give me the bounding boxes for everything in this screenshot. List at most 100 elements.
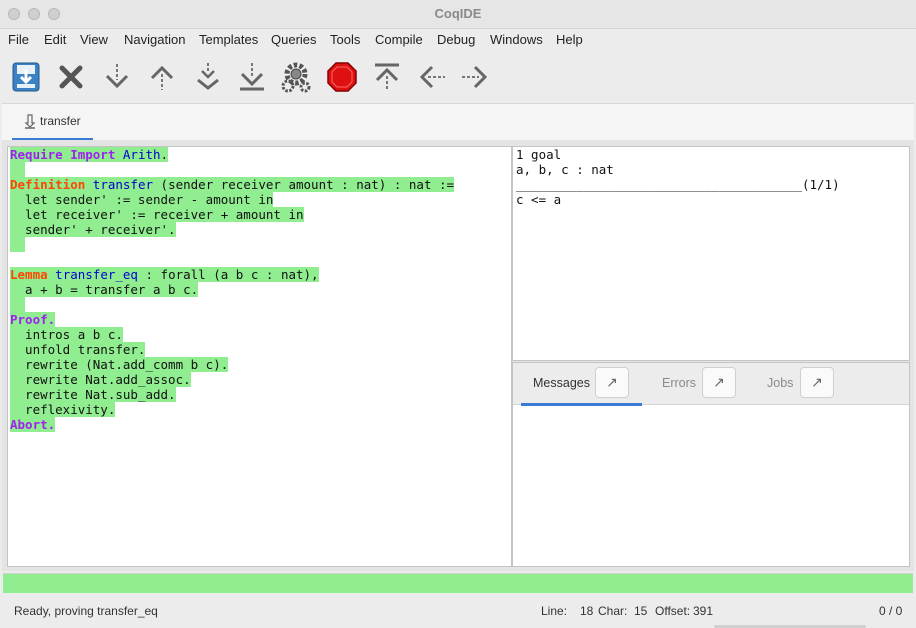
code-token: : forall (a b c : nat), — [137, 267, 319, 282]
go-to-end-icon — [240, 63, 264, 91]
tab-label: transfer — [40, 114, 81, 128]
menu-tools[interactable]: Tools — [330, 32, 360, 47]
menu-file[interactable]: File — [8, 32, 29, 47]
code-token — [10, 162, 26, 177]
code-line: Proof. — [10, 312, 56, 327]
active-tab-indicator — [521, 403, 642, 406]
code-token — [10, 297, 26, 312]
next-icon — [462, 65, 488, 89]
menu-bar: File Edit View Navigation Templates Quer… — [0, 29, 916, 51]
code-token: Require Import — [10, 147, 116, 162]
detach-messages-button[interactable]: ↗ — [595, 367, 629, 398]
goal-hypothesis: a, b, c : nat — [516, 162, 614, 177]
menu-compile[interactable]: Compile — [375, 32, 423, 47]
menu-view[interactable]: View — [80, 32, 108, 47]
goal-count: 1 goal — [516, 147, 562, 162]
menu-queries[interactable]: Queries — [271, 32, 317, 47]
close-icon — [59, 65, 83, 89]
code-token: let sender' := sender - amount in — [10, 192, 274, 207]
line-value: 18 — [580, 604, 594, 618]
goals-pane: 1 goal a, b, c : nat ___________________… — [512, 146, 910, 361]
code-line: sender' + receiver'. — [10, 222, 176, 237]
code-token: let receiver' := receiver + amount in — [10, 207, 304, 222]
code-line: Lemma transfer_eq : forall (a b c : nat)… — [10, 267, 319, 282]
document-tab-strip: transfer — [2, 103, 914, 141]
code-line: Definition transfer (sender receiver amo… — [10, 177, 455, 192]
code-line: Abort. — [10, 417, 56, 432]
script-editor[interactable]: Require Import Arith. Definition transfe… — [7, 146, 512, 567]
previous-icon — [419, 65, 445, 89]
code-token: Definition — [10, 177, 86, 192]
menu-debug[interactable]: Debug — [437, 32, 475, 47]
go-to-cursor-icon — [197, 63, 219, 90]
goal-separator: ______________________________________(1… — [516, 177, 840, 192]
code-token: reflexivity. — [10, 402, 116, 417]
toolbar — [0, 52, 916, 102]
code-line: intros a b c. — [10, 327, 123, 342]
go-to-start-icon — [375, 63, 399, 91]
detach-jobs-button[interactable]: ↗ — [800, 367, 834, 398]
forward-icon — [105, 64, 129, 89]
line-label: Line: — [541, 604, 568, 618]
code-token: rewrite Nat.sub_add. — [10, 387, 176, 402]
go-to-start-button[interactable] — [370, 60, 404, 94]
code-token — [10, 237, 26, 252]
code-line — [10, 237, 26, 252]
status-bar: Ready, proving transfer_eq Line: 18 Char… — [0, 597, 916, 628]
code-line — [10, 162, 26, 177]
forward-one-button[interactable] — [100, 60, 134, 94]
offset-value: 391 — [693, 604, 714, 618]
code-token: rewrite Nat.add_assoc. — [10, 372, 191, 387]
code-token: unfold transfer. — [10, 342, 146, 357]
close-document-button[interactable] — [54, 60, 88, 94]
code-token — [85, 177, 93, 192]
compile-gear-button[interactable] — [279, 60, 313, 94]
menu-templates[interactable]: Templates — [199, 32, 258, 47]
tab-errors[interactable]: Errors — [662, 376, 696, 390]
tab-jobs[interactable]: Jobs — [767, 376, 793, 390]
char-value: 15 — [634, 604, 648, 618]
status-message: Ready, proving transfer_eq — [14, 604, 158, 618]
code-line: rewrite Nat.sub_add. — [10, 387, 176, 402]
tab-transfer[interactable]: transfer — [12, 104, 93, 141]
code-token: . — [160, 147, 169, 162]
next-occurrence-button[interactable] — [459, 60, 493, 94]
code-token: Lemma — [10, 267, 48, 282]
menu-help[interactable]: Help — [556, 32, 583, 47]
menu-navigation[interactable]: Navigation — [124, 32, 185, 47]
goal-conclusion: c <= a — [516, 192, 562, 207]
gear-icon — [281, 62, 311, 93]
messages-tab-bar: Messages ↗ Errors ↗ Jobs ↗ — [513, 363, 909, 406]
go-to-cursor-button[interactable] — [191, 60, 225, 94]
code-token: sender' + receiver'. — [10, 222, 176, 237]
tab-messages[interactable]: Messages — [533, 376, 590, 390]
processing-progress-bar — [3, 573, 913, 593]
menu-windows[interactable]: Windows — [490, 32, 543, 47]
menu-edit[interactable]: Edit — [44, 32, 66, 47]
code-line: let sender' := sender - amount in — [10, 192, 274, 207]
code-line: reflexivity. — [10, 402, 116, 417]
code-token: Abort. — [10, 417, 56, 432]
code-token: a + b = transfer a b c. — [10, 282, 199, 297]
code-token: intros a b c. — [10, 327, 123, 342]
title-bar: CoqIDE — [0, 0, 916, 29]
backward-one-button[interactable] — [145, 60, 179, 94]
interrupt-button[interactable] — [325, 60, 359, 94]
code-token: (sender receiver amount : nat) : nat := — [153, 177, 455, 192]
document-icon — [24, 114, 36, 129]
code-token: transfer_eq — [55, 267, 138, 282]
code-line: a + b = transfer a b c. — [10, 282, 199, 297]
code-token — [115, 147, 123, 162]
go-to-end-button[interactable] — [235, 60, 269, 94]
save-icon — [12, 62, 40, 92]
code-token: Proof. — [10, 312, 56, 327]
code-token: Arith — [122, 147, 161, 162]
code-line: let receiver' := receiver + amount in — [10, 207, 304, 222]
char-label: Char: — [598, 604, 628, 618]
detach-errors-button[interactable]: ↗ — [702, 367, 736, 398]
code-line: unfold transfer. — [10, 342, 146, 357]
save-button[interactable] — [9, 60, 43, 94]
code-line — [10, 297, 26, 312]
previous-occurrence-button[interactable] — [414, 60, 448, 94]
code-token: transfer — [92, 177, 154, 192]
